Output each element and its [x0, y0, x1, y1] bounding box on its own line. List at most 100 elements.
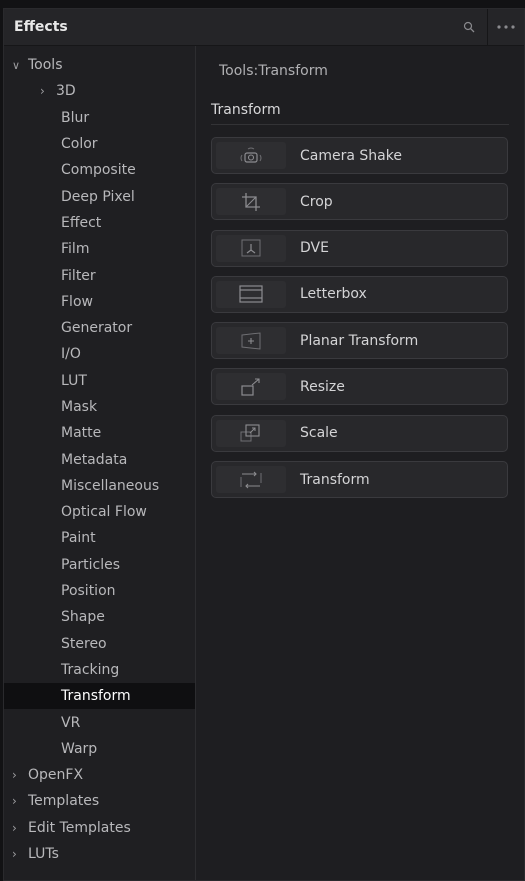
tool-button-crop[interactable]: Crop — [211, 183, 508, 221]
tree-item-label: VR — [61, 714, 81, 731]
tool-button-resize[interactable]: Resize — [211, 368, 508, 406]
effects-tree: ∨ Tools › 3D Blur Color Composite Deep Pixel Eff… — [4, 46, 196, 880]
effects-panel: Effects ∨ Tools › 3D Blur Color Composite Deep … — [3, 8, 525, 881]
tree-item-label: Tools — [28, 57, 63, 74]
chevron-right-icon[interactable]: › — [12, 768, 28, 782]
panel-title: Effects — [14, 19, 68, 35]
tree-item-filter[interactable]: Filter — [4, 262, 195, 288]
scale-icon — [216, 419, 286, 447]
tree-item-transform[interactable]: Transform — [4, 683, 195, 710]
tree-item-edit-templates[interactable]: › Edit Templates — [4, 815, 195, 841]
tool-button-transform[interactable]: Transform — [211, 461, 508, 499]
search-button[interactable] — [451, 9, 487, 45]
tree-item-label: OpenFX — [28, 767, 84, 784]
tree-item-label: 3D — [56, 83, 76, 100]
tree-item-metadata[interactable]: Metadata — [4, 446, 195, 472]
tree-item-shape[interactable]: Shape — [4, 604, 195, 630]
tree-item-luts[interactable]: › LUTs — [4, 841, 195, 867]
tool-label: Resize — [300, 378, 345, 395]
planar-transform-icon — [216, 327, 286, 355]
tree-item-label: Position — [61, 583, 116, 600]
tree-item-openfx[interactable]: › OpenFX — [4, 762, 195, 788]
tool-button-letterbox[interactable]: Letterbox — [211, 275, 508, 313]
tree-item-particles[interactable]: Particles — [4, 552, 195, 578]
resize-icon — [216, 373, 286, 401]
tree-item-deep-pixel[interactable]: Deep Pixel — [4, 183, 195, 209]
options-button[interactable] — [488, 9, 524, 45]
tool-label: Planar Transform — [300, 332, 419, 349]
tree-item-vr[interactable]: VR — [4, 709, 195, 735]
tree-item-film[interactable]: Film — [4, 236, 195, 262]
tree-item-optical-flow[interactable]: Optical Flow — [4, 499, 195, 525]
tree-item-label: I/O — [61, 346, 81, 363]
tree-item-miscellaneous[interactable]: Miscellaneous — [4, 473, 195, 499]
tree-item-tracking[interactable]: Tracking — [4, 657, 195, 683]
tree-item-stereo[interactable]: Stereo — [4, 631, 195, 657]
breadcrumb: Tools:Transform — [219, 63, 328, 79]
tree-item-tools[interactable]: ∨ Tools — [4, 52, 195, 78]
tree-item-label: Particles — [61, 556, 121, 573]
chevron-right-icon[interactable]: › — [40, 84, 56, 98]
tree-item-warp[interactable]: Warp — [4, 736, 195, 762]
tool-button-planar-transform[interactable]: Planar Transform — [211, 322, 508, 360]
chevron-down-icon[interactable]: ∨ — [12, 59, 28, 72]
tree-item-label: Deep Pixel — [61, 188, 135, 205]
tree-item-color[interactable]: Color — [4, 131, 195, 157]
tool-button-camera-shake[interactable]: Camera Shake — [211, 137, 508, 174]
tools-content: Tools:Transform Transform Camera Shake Cr… — [196, 46, 524, 880]
chevron-right-icon[interactable]: › — [12, 794, 28, 808]
tree-item-mask[interactable]: Mask — [4, 394, 195, 420]
tree-item-label: Generator — [61, 320, 133, 337]
tool-label: DVE — [300, 240, 329, 257]
tree-item-label: Color — [61, 136, 98, 153]
tree-item-label: Flow — [61, 293, 93, 310]
more-options-icon — [497, 25, 515, 29]
tree-item-label: Transform — [61, 688, 131, 705]
tree-item-paint[interactable]: Paint — [4, 525, 195, 551]
tree-item-label: Warp — [61, 740, 98, 757]
tree-item-label: Paint — [61, 530, 96, 547]
tree-item-generator[interactable]: Generator — [4, 315, 195, 341]
tree-item-label: Filter — [61, 267, 96, 284]
tool-label: Letterbox — [300, 286, 367, 303]
tree-item-composite[interactable]: Composite — [4, 157, 195, 183]
tree-item-label: Optical Flow — [61, 504, 147, 521]
tree-item-label: Edit Templates — [28, 819, 131, 836]
search-icon — [463, 21, 475, 33]
tree-item-flow[interactable]: Flow — [4, 289, 195, 315]
tool-label: Transform — [300, 471, 370, 488]
chevron-right-icon[interactable]: › — [12, 821, 28, 835]
transform-icon — [216, 466, 286, 494]
camera-shake-icon — [216, 142, 286, 169]
tool-list: Camera Shake Crop DVE Letterbox Planar Trans… — [211, 137, 509, 499]
dve-icon — [216, 234, 286, 262]
tree-item-matte[interactable]: Matte — [4, 420, 195, 446]
tree-item-lut[interactable]: LUT — [4, 368, 195, 394]
tool-button-scale[interactable]: Scale — [211, 414, 508, 452]
crop-icon — [216, 188, 286, 216]
letterbox-icon — [216, 280, 286, 308]
tree-item-label: Mask — [61, 399, 98, 415]
tool-button-dve[interactable]: DVE — [211, 229, 508, 267]
tree-item-position[interactable]: Position — [4, 578, 195, 604]
tree-item-label: Effect — [61, 214, 102, 231]
tree-item-effect[interactable]: Effect — [4, 210, 195, 236]
tree-item-label: Templates — [28, 793, 100, 810]
tree-item-label: LUT — [61, 372, 87, 389]
tree-item-label: Matte — [61, 425, 102, 442]
tree-item-blur[interactable]: Blur — [4, 105, 195, 131]
tree-item-label: Composite — [61, 162, 136, 179]
tool-label: Scale — [300, 425, 338, 442]
chevron-right-icon[interactable]: › — [12, 847, 28, 861]
tree-item-label: Stereo — [61, 635, 107, 652]
tree-item-i-o[interactable]: I/O — [4, 341, 195, 367]
tree-item-label: Tracking — [61, 661, 120, 678]
tree-item-label: LUTs — [28, 846, 59, 863]
section-title: Transform — [211, 102, 509, 125]
tree-item-label: Metadata — [61, 451, 128, 468]
tree-item-label: Film — [61, 241, 90, 258]
panel-header: Effects — [4, 9, 524, 46]
tree-item-templates[interactable]: › Templates — [4, 788, 195, 814]
tree-item-3d[interactable]: › 3D — [4, 78, 195, 104]
tree-item-label: Blur — [61, 109, 90, 126]
